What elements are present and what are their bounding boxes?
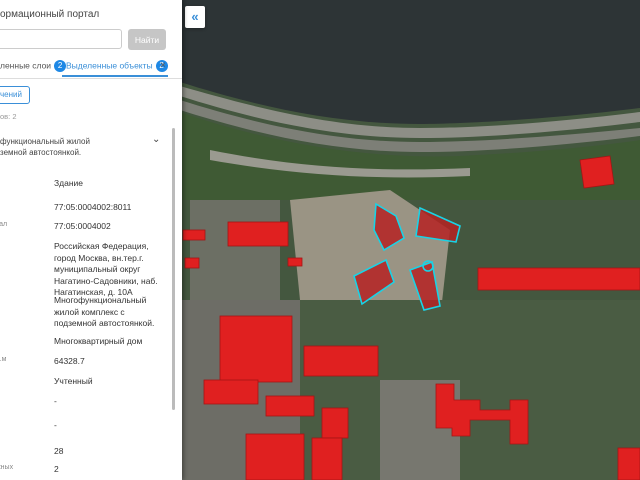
building[interactable]: [184, 257, 200, 269]
object-count: ов: 2: [0, 112, 17, 121]
building[interactable]: [227, 221, 289, 247]
object-group-header[interactable]: функциональный жилой земной автостоянкой…: [0, 136, 150, 158]
field-value: Многофункциональный жилой комплекс с под…: [54, 295, 155, 328]
building[interactable]: [579, 155, 615, 189]
courtyard: [190, 200, 280, 300]
building[interactable]: [287, 257, 303, 267]
search-button[interactable]: Найти: [128, 29, 166, 50]
field-value: Учтенный: [54, 376, 93, 386]
collapse-panel-button[interactable]: «: [185, 6, 205, 28]
side-panel: ормационный портал Найти ленные слои 2 Вы…: [0, 0, 182, 480]
building[interactable]: [617, 447, 640, 480]
field-value: Российская Федерация, город Москва, вн.т…: [54, 241, 158, 297]
field-value: 2: [54, 464, 59, 474]
building[interactable]: [245, 433, 305, 480]
building[interactable]: [265, 395, 315, 417]
building[interactable]: [219, 315, 293, 383]
panel-scrollbar[interactable]: [172, 128, 175, 410]
field-key: в.м: [0, 356, 7, 363]
field-value: Здание: [54, 178, 83, 188]
chevron-down-icon[interactable]: ⌄: [152, 134, 160, 145]
building[interactable]: [321, 407, 349, 439]
field-key: тал: [0, 221, 8, 228]
portal-title: ормационный портал: [0, 9, 100, 20]
field-value: 64328.7: [54, 356, 85, 366]
tab-selected-layers[interactable]: ленные слои 2: [0, 60, 67, 76]
field-value: 28: [54, 446, 64, 456]
field-key: жных: [0, 464, 14, 471]
tab-selected-objects[interactable]: Выделенные объекты 2: [66, 60, 168, 76]
building[interactable]: [311, 437, 343, 480]
active-tab-indicator: [62, 75, 168, 77]
double-chevron-left-icon: «: [191, 9, 199, 24]
field-value: -: [54, 396, 57, 406]
tab-label: ленные слои: [0, 60, 52, 71]
panel-tabs: ленные слои 2 Выделенные объекты 2 ×: [0, 58, 182, 79]
building[interactable]: [203, 379, 259, 405]
tab-label: Выделенные объекты: [66, 60, 153, 71]
building[interactable]: [477, 267, 640, 291]
field-value: 77:05:0004002:8011: [54, 202, 132, 212]
building[interactable]: [182, 229, 206, 241]
group-header-text: функциональный жилой земной автостоянкой…: [0, 137, 90, 157]
close-icon[interactable]: ×: [160, 60, 166, 71]
search-input[interactable]: [0, 29, 122, 49]
building[interactable]: [303, 345, 379, 377]
count-badge: 2: [54, 60, 67, 72]
field-value: 77:05:0004002: [54, 221, 111, 231]
field-value: -: [54, 420, 57, 430]
values-button[interactable]: чений: [0, 86, 30, 104]
field-value: Многоквартирный дом: [54, 336, 143, 346]
